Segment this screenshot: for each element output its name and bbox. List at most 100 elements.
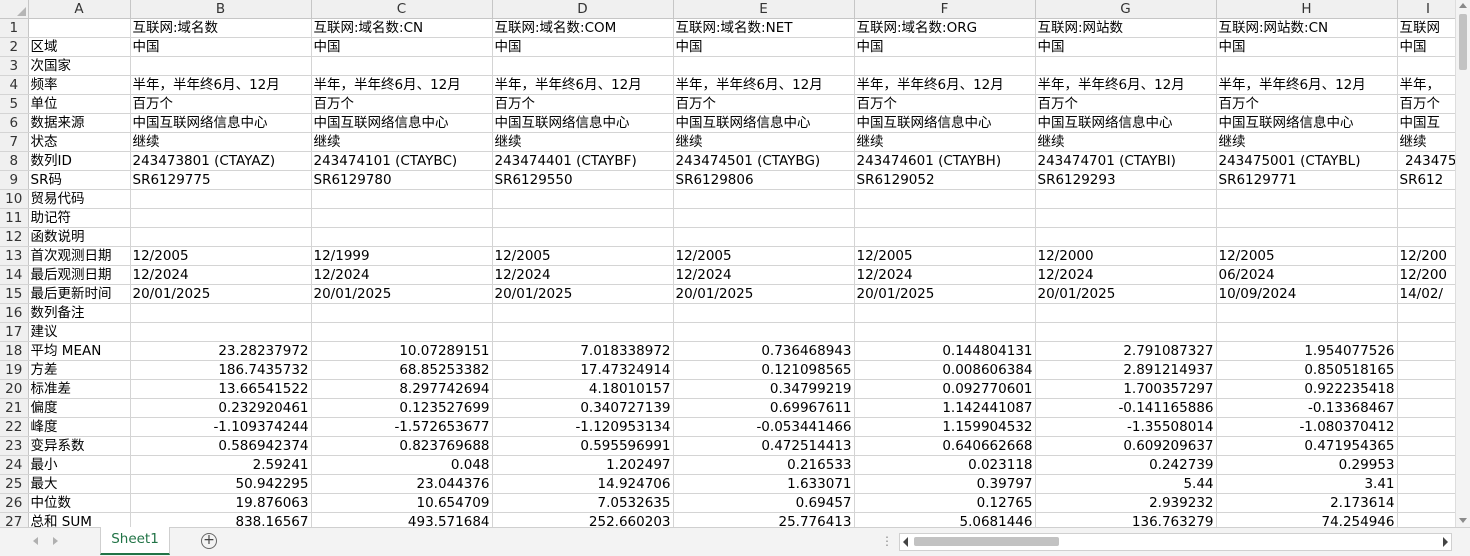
cell-d19[interactable]: 17.47324914 xyxy=(492,360,674,380)
cell-f23[interactable]: 0.640662668 xyxy=(854,436,1036,456)
row-header[interactable]: 25 xyxy=(0,474,29,494)
row-header[interactable]: 14 xyxy=(0,265,29,285)
cell-c1[interactable]: 互联网:域名数:CN xyxy=(311,18,493,38)
row-header[interactable]: 10 xyxy=(0,189,29,209)
row-header[interactable]: 26 xyxy=(0,493,29,513)
cell-c26[interactable]: 10.654709 xyxy=(311,493,493,513)
cell-a7[interactable]: 状态 xyxy=(28,132,131,152)
row-header[interactable]: 11 xyxy=(0,208,29,228)
cell-b3[interactable] xyxy=(130,56,312,76)
column-header-b[interactable]: B xyxy=(130,0,312,19)
cell-f17[interactable] xyxy=(854,322,1036,342)
sheet-tab-sheet1[interactable]: Sheet1 xyxy=(100,527,170,555)
cell-h27[interactable]: 74.254946 xyxy=(1216,512,1398,527)
cell-h16[interactable] xyxy=(1216,303,1398,323)
cell-g11[interactable] xyxy=(1035,208,1217,228)
cell-g3[interactable] xyxy=(1035,56,1217,76)
cell-e10[interactable] xyxy=(673,189,855,209)
cell-h22[interactable]: -1.080370412 xyxy=(1216,417,1398,437)
row-header[interactable]: 22 xyxy=(0,417,29,437)
cell-i15[interactable]: 14/02/ xyxy=(1397,284,1460,304)
cell-e2[interactable]: 中国 xyxy=(673,37,855,57)
add-sheet-icon[interactable]: + xyxy=(201,533,217,549)
cell-e23[interactable]: 0.472514413 xyxy=(673,436,855,456)
cell-g10[interactable] xyxy=(1035,189,1217,209)
cell-d22[interactable]: -1.120953134 xyxy=(492,417,674,437)
cell-c16[interactable] xyxy=(311,303,493,323)
cell-i14[interactable]: 12/200 xyxy=(1397,265,1460,285)
cell-g27[interactable]: 136.763279 xyxy=(1035,512,1217,527)
row-header[interactable]: 8 xyxy=(0,151,29,171)
cell-b10[interactable] xyxy=(130,189,312,209)
cell-d3[interactable] xyxy=(492,56,674,76)
cell-g22[interactable]: -1.35508014 xyxy=(1035,417,1217,437)
cell-d8[interactable]: 243474401 (CTAYBF) xyxy=(492,151,674,171)
cell-e12[interactable] xyxy=(673,227,855,247)
cell-a16[interactable]: 数列备注 xyxy=(28,303,131,323)
cell-c6[interactable]: 中国互联网络信息中心 xyxy=(311,113,493,133)
cell-c10[interactable] xyxy=(311,189,493,209)
row-header[interactable]: 24 xyxy=(0,455,29,475)
cell-h7[interactable]: 继续 xyxy=(1216,132,1398,152)
cell-b22[interactable]: -1.109374244 xyxy=(130,417,312,437)
cell-d21[interactable]: 0.340727139 xyxy=(492,398,674,418)
cell-a22[interactable]: 峰度 xyxy=(28,417,131,437)
cell-h21[interactable]: -0.13368467 xyxy=(1216,398,1398,418)
vertical-scroll-thumb[interactable] xyxy=(1459,14,1467,70)
cell-e17[interactable] xyxy=(673,322,855,342)
cell-d26[interactable]: 7.0532635 xyxy=(492,493,674,513)
cell-i7[interactable]: 继续 xyxy=(1397,132,1460,152)
cell-b2[interactable]: 中国 xyxy=(130,37,312,57)
cell-d25[interactable]: 14.924706 xyxy=(492,474,674,494)
cell-g19[interactable]: 2.891214937 xyxy=(1035,360,1217,380)
cell-e8[interactable]: 243474501 (CTAYBG) xyxy=(673,151,855,171)
cell-d11[interactable] xyxy=(492,208,674,228)
cell-a18[interactable]: 平均 MEAN xyxy=(28,341,131,361)
cell-b16[interactable] xyxy=(130,303,312,323)
cell-d5[interactable]: 百万个 xyxy=(492,94,674,114)
cell-b17[interactable] xyxy=(130,322,312,342)
cell-i5[interactable]: 百万个 xyxy=(1397,94,1460,114)
horizontal-scrollbar[interactable] xyxy=(899,533,1452,551)
cell-f27[interactable]: 5.0681446 xyxy=(854,512,1036,527)
cell-i11[interactable] xyxy=(1397,208,1460,228)
cell-e1[interactable]: 互联网:域名数:NET xyxy=(673,18,855,38)
cell-h8[interactable]: 243475001 (CTAYBL) xyxy=(1216,151,1398,171)
cell-f15[interactable]: 20/01/2025 xyxy=(854,284,1036,304)
cell-a21[interactable]: 偏度 xyxy=(28,398,131,418)
cell-e11[interactable] xyxy=(673,208,855,228)
cell-b19[interactable]: 186.7435732 xyxy=(130,360,312,380)
cell-d16[interactable] xyxy=(492,303,674,323)
cell-c9[interactable]: SR6129780 xyxy=(311,170,493,190)
cell-f6[interactable]: 中国互联网络信息中心 xyxy=(854,113,1036,133)
column-header-e[interactable]: E xyxy=(673,0,855,19)
cell-e22[interactable]: -0.053441466 xyxy=(673,417,855,437)
cell-g2[interactable]: 中国 xyxy=(1035,37,1217,57)
cell-b5[interactable]: 百万个 xyxy=(130,94,312,114)
cell-f13[interactable]: 12/2005 xyxy=(854,246,1036,266)
cell-b27[interactable]: 838.16567 xyxy=(130,512,312,527)
cell-i25[interactable] xyxy=(1397,474,1460,494)
cell-g20[interactable]: 1.700357297 xyxy=(1035,379,1217,399)
scroll-up-icon[interactable] xyxy=(1459,3,1467,8)
cell-a8[interactable]: 数列ID xyxy=(28,151,131,171)
cell-e20[interactable]: 0.34799219 xyxy=(673,379,855,399)
cell-e6[interactable]: 中国互联网络信息中心 xyxy=(673,113,855,133)
cell-d24[interactable]: 1.202497 xyxy=(492,455,674,475)
cell-f20[interactable]: 0.092770601 xyxy=(854,379,1036,399)
cell-c23[interactable]: 0.823769688 xyxy=(311,436,493,456)
cell-h4[interactable]: 半年，半年终6月、12月 xyxy=(1216,75,1398,95)
cell-e3[interactable] xyxy=(673,56,855,76)
cell-e9[interactable]: SR6129806 xyxy=(673,170,855,190)
cell-e19[interactable]: 0.121098565 xyxy=(673,360,855,380)
row-header[interactable]: 3 xyxy=(0,56,29,76)
cell-i2[interactable]: 中国 xyxy=(1397,37,1460,57)
cell-e4[interactable]: 半年，半年终6月、12月 xyxy=(673,75,855,95)
cell-a25[interactable]: 最大 xyxy=(28,474,131,494)
cell-h12[interactable] xyxy=(1216,227,1398,247)
cell-i18[interactable] xyxy=(1397,341,1460,361)
cell-e21[interactable]: 0.69967611 xyxy=(673,398,855,418)
cell-f9[interactable]: SR6129052 xyxy=(854,170,1036,190)
cell-a23[interactable]: 变异系数 xyxy=(28,436,131,456)
cell-b8[interactable]: 243473801 (CTAYAZ) xyxy=(130,151,312,171)
